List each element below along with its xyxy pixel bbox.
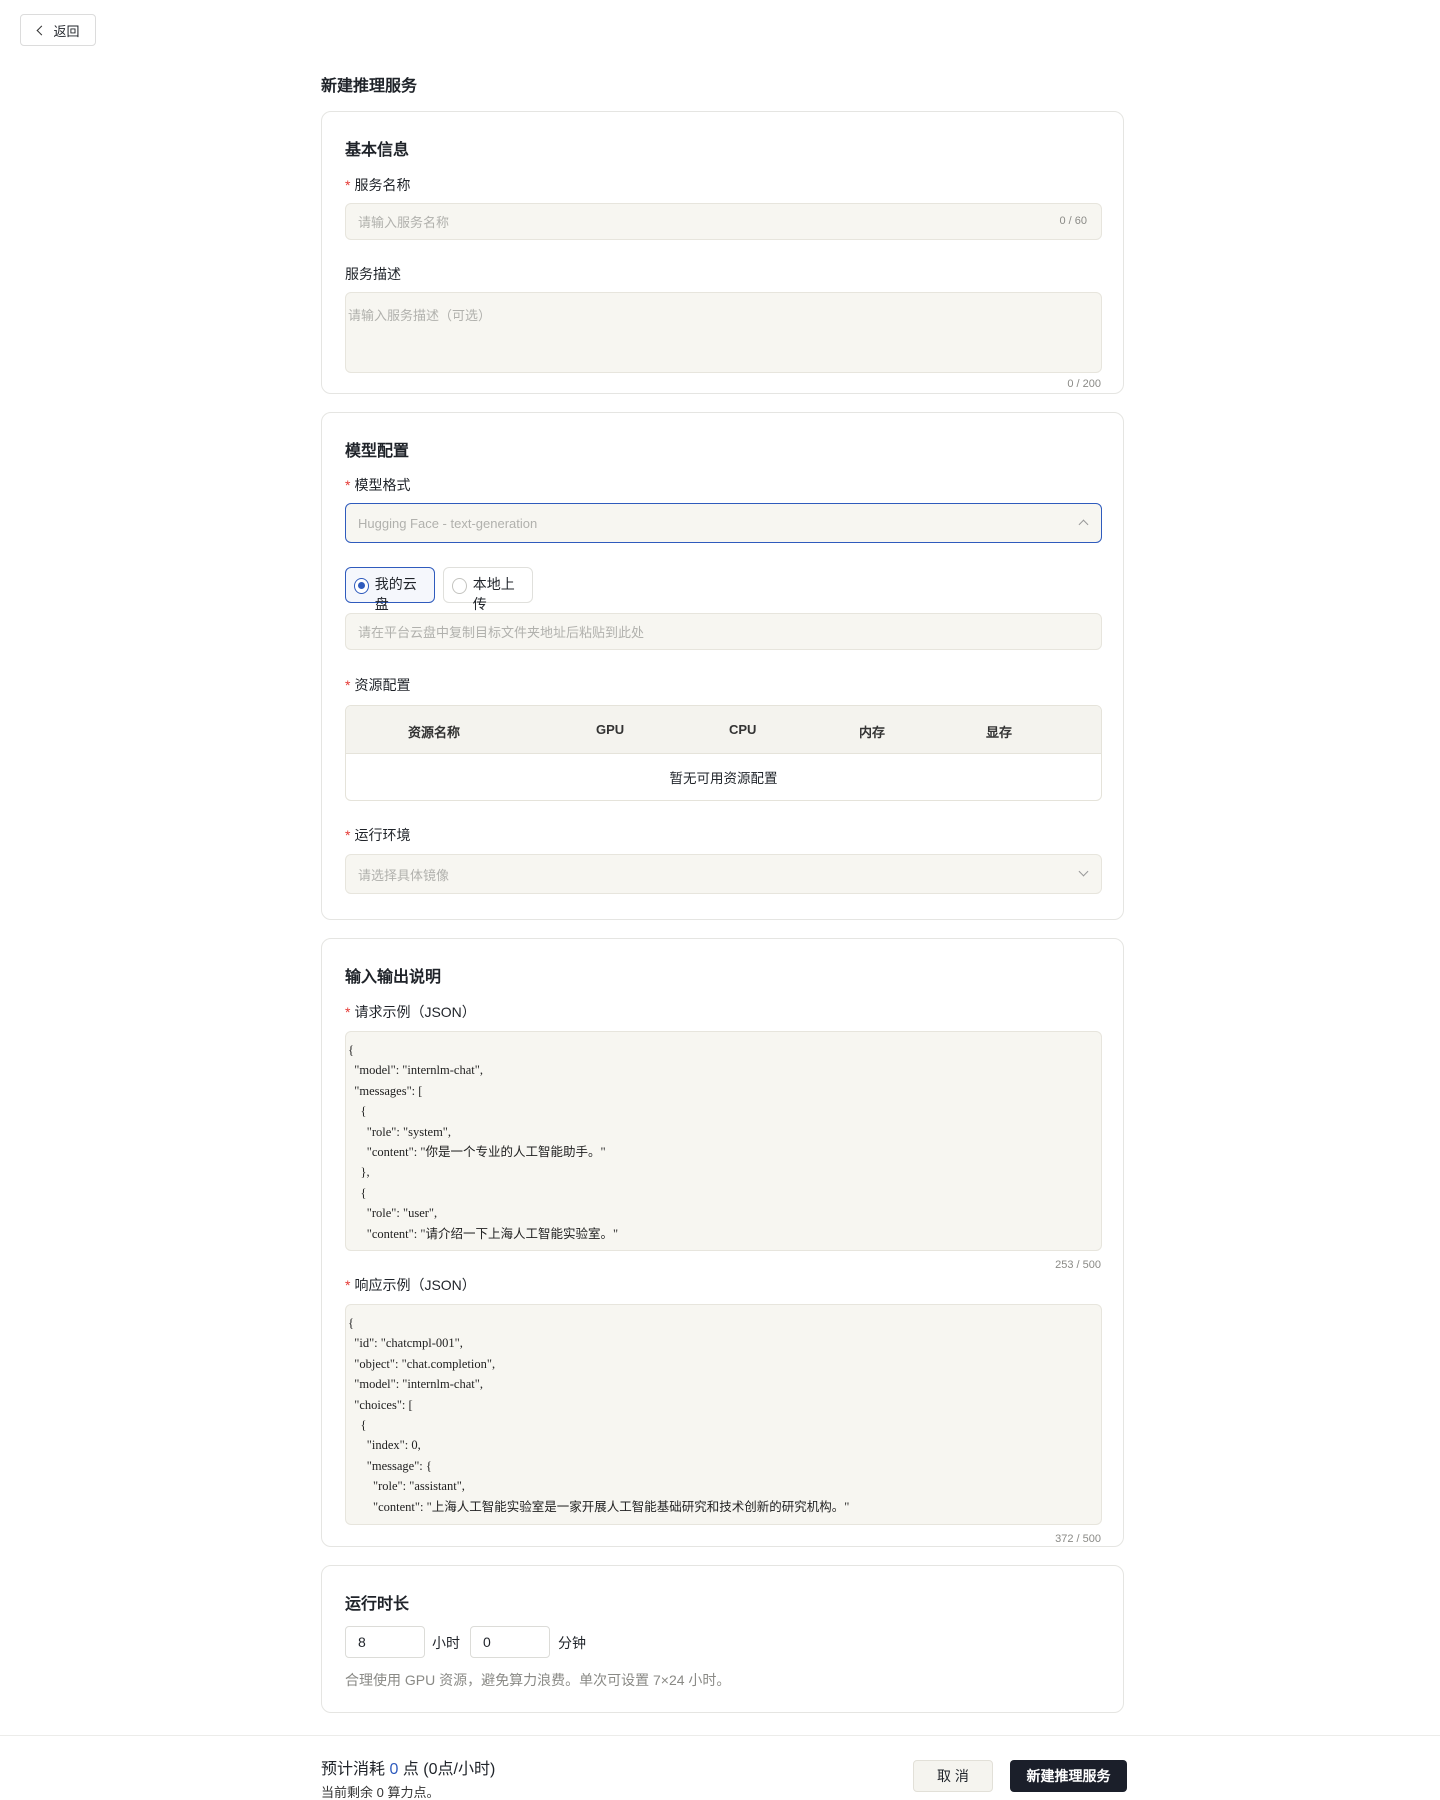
back-label: 返回 <box>53 23 80 39</box>
required-mark: * <box>345 177 351 193</box>
service-name-label-text: 服务名称 <box>354 177 411 193</box>
runtime-env-label-text: 运行环境 <box>354 827 411 843</box>
cost-estimate: 预计消耗 0 点 (0点/小时) <box>321 1755 495 1779</box>
response-example-label: * 响应示例（JSON） <box>345 1275 476 1295</box>
io-card: 输入输出说明 * 请求示例（JSON） { "model": "internlm-… <box>321 938 1124 1547</box>
resource-config-label: * 资源配置 <box>345 675 410 695</box>
radio-unselected-icon <box>452 578 467 594</box>
service-name-placeholder: 请输入服务名称 <box>358 215 450 230</box>
model-format-value: Hugging Face - text-generation <box>358 515 538 531</box>
resource-table: 资源名称 GPU CPU 内存 显存 暂无可用资源配置 <box>345 705 1102 801</box>
model-config-title: 模型配置 <box>345 443 410 460</box>
service-name-label: * 服务名称 <box>345 175 410 195</box>
service-desc-textarea[interactable]: 请输入服务描述（可选） <box>345 292 1102 373</box>
service-name-input[interactable]: 请输入服务名称 <box>345 203 1102 240</box>
column-header-memory: 内存 <box>859 725 886 740</box>
minutes-unit: 分钟 <box>558 1635 586 1651</box>
model-config-card: 模型配置 * 模型格式 Hugging Face - text-generatio… <box>321 412 1124 920</box>
runtime-card: 运行时长 8 小时 0 分钟 合理使用 GPU 资源，避免算力浪费。单次可设置 … <box>321 1565 1124 1713</box>
service-desc-placeholder: 请输入服务描述（可选） <box>348 308 492 323</box>
footer-divider <box>0 1735 1440 1736</box>
required-mark: * <box>345 1004 351 1020</box>
runtime-env-placeholder: 请选择具体镜像 <box>358 867 450 883</box>
request-example-counter: 253 / 500 <box>1055 1259 1101 1271</box>
request-example-label-text: 请求示例（JSON） <box>354 1004 476 1020</box>
radio-selected-icon <box>354 578 369 594</box>
required-mark: * <box>345 477 351 493</box>
runtime-title: 运行时长 <box>345 1596 410 1613</box>
column-header-name: 资源名称 <box>408 725 461 740</box>
source-option-cloud-label: 我的云盘 <box>374 576 417 612</box>
request-example-label: * 请求示例（JSON） <box>345 1002 476 1022</box>
cloud-path-input[interactable]: 请在平台云盘中复制目标文件夹地址后粘贴到此处 <box>345 613 1102 650</box>
column-header-vram: 显存 <box>986 725 1013 740</box>
column-header-cpu: CPU <box>729 722 757 737</box>
service-desc-counter: 0 / 200 <box>1067 378 1101 390</box>
source-option-local-label: 本地上传 <box>472 576 515 612</box>
page-title: 新建推理服务 <box>321 78 418 95</box>
runtime-env-label: * 运行环境 <box>345 825 410 845</box>
chevron-down-icon <box>1078 866 1089 877</box>
runtime-hint: 合理使用 GPU 资源，避免算力浪费。单次可设置 7×24 小时。 <box>345 1672 731 1688</box>
hours-unit: 小时 <box>432 1635 460 1651</box>
source-option-cloud[interactable]: 我的云盘 <box>345 567 435 612</box>
create-service-button[interactable]: 新建推理服务 <box>1010 1760 1127 1792</box>
required-mark: * <box>345 1277 351 1293</box>
remaining-points: 当前剩余 0 算力点。 <box>321 1785 440 1800</box>
model-format-label-text: 模型格式 <box>354 477 411 493</box>
cost-suffix: 点 (0点/小时) <box>402 1761 496 1778</box>
model-format-label: * 模型格式 <box>345 475 410 495</box>
resource-table-header: 资源名称 GPU CPU 内存 显存 <box>346 706 1101 754</box>
source-option-local[interactable]: 本地上传 <box>443 567 533 612</box>
cancel-button[interactable]: 取 消 <box>913 1760 993 1792</box>
cost-prefix: 预计消耗 <box>321 1761 386 1778</box>
cost-value: 0 <box>389 1761 399 1778</box>
cloud-path-placeholder: 请在平台云盘中复制目标文件夹地址后粘贴到此处 <box>358 625 645 640</box>
service-name-counter: 0 / 60 <box>1059 215 1087 227</box>
resource-table-empty: 暂无可用资源配置 <box>669 771 778 786</box>
response-example-label-text: 响应示例（JSON） <box>354 1277 476 1293</box>
response-example-counter: 372 / 500 <box>1055 1533 1101 1545</box>
service-desc-label: 服务描述 <box>345 266 401 282</box>
io-title: 输入输出说明 <box>345 969 442 986</box>
response-example-editor[interactable]: { "id": "chatcmpl-001", "object": "chat.… <box>345 1304 1102 1525</box>
chevron-up-icon <box>1078 519 1089 530</box>
required-mark: * <box>345 677 351 693</box>
request-example-editor[interactable]: { "model": "internlm-chat", "messages": … <box>345 1031 1102 1251</box>
resource-config-label-text: 资源配置 <box>354 677 411 693</box>
hours-input[interactable]: 8 <box>345 1626 425 1658</box>
minutes-input[interactable]: 0 <box>470 1626 550 1658</box>
required-mark: * <box>345 827 351 843</box>
back-button[interactable]: 返回 <box>20 14 96 46</box>
column-header-gpu: GPU <box>596 722 625 737</box>
chevron-left-icon <box>37 25 47 35</box>
runtime-env-select[interactable]: 请选择具体镜像 <box>345 854 1102 894</box>
basic-info-card: 基本信息 * 服务名称 请输入服务名称 0 / 60 服务描述 请输入服务描述（可… <box>321 111 1124 394</box>
basic-info-title: 基本信息 <box>345 142 410 159</box>
model-format-select[interactable]: Hugging Face - text-generation <box>345 503 1102 543</box>
